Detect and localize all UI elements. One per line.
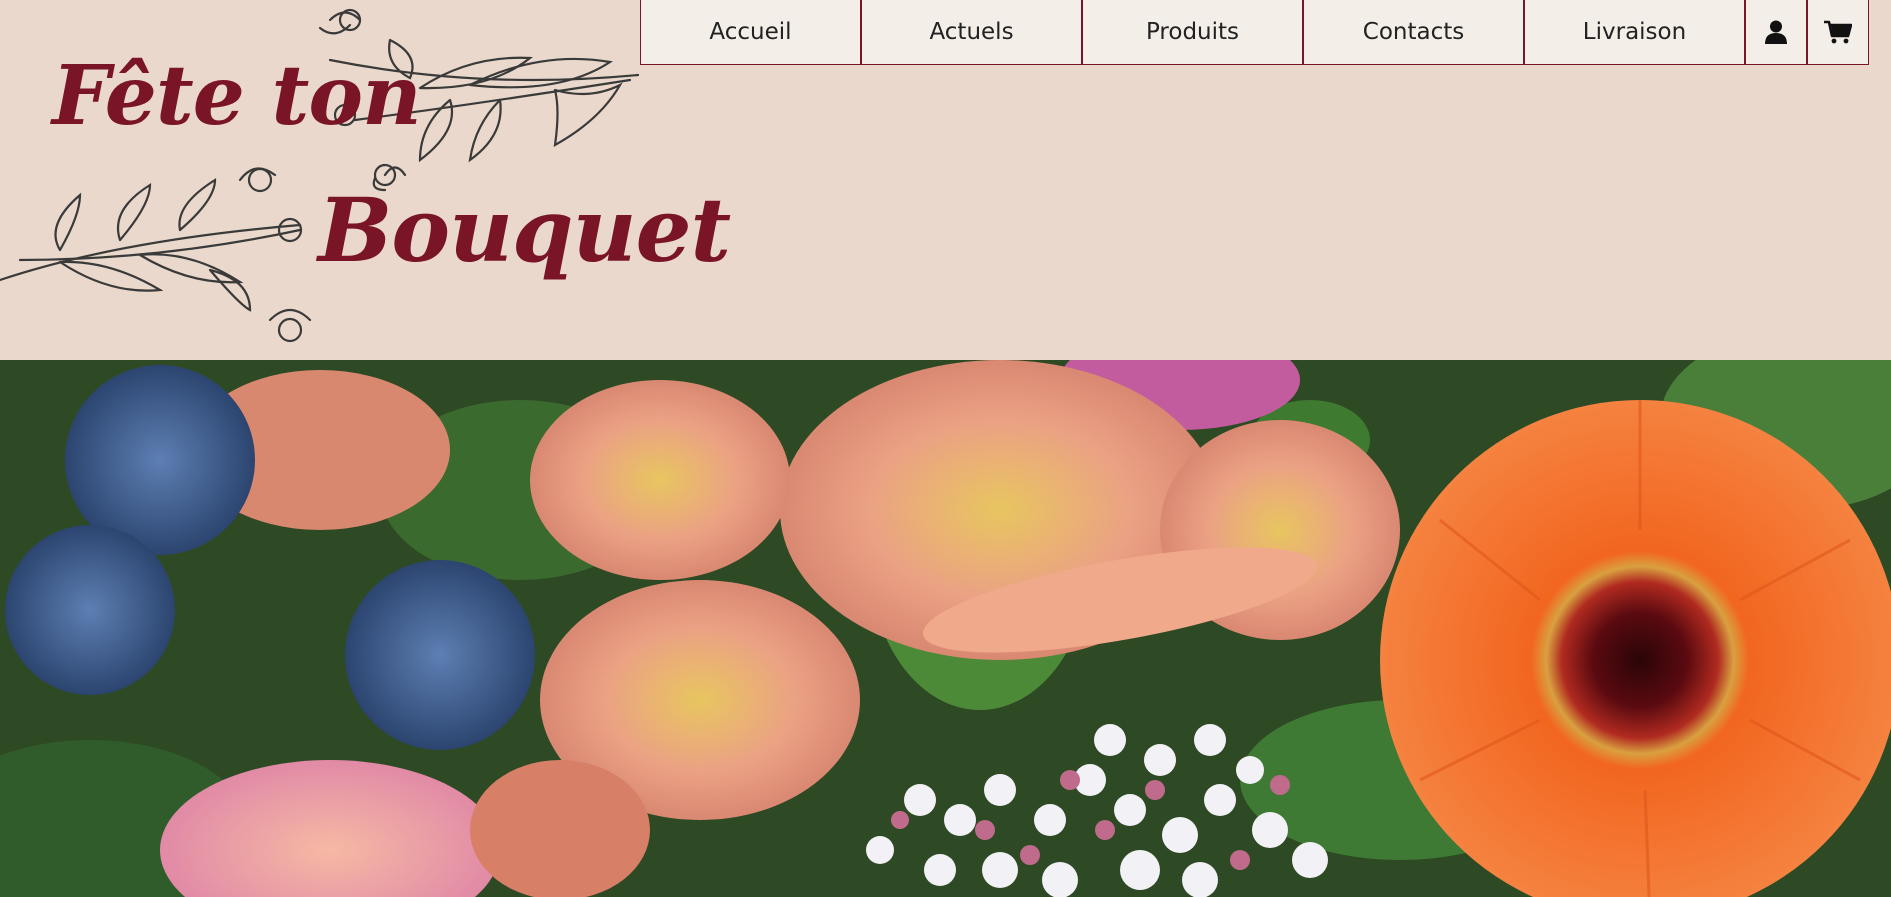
main-nav: Accueil Actuels Produits Contacts Livrai…: [640, 0, 1869, 66]
nav-item-accueil[interactable]: Accueil: [640, 0, 861, 65]
site-header: Fête ton Bouquet Accueil Actuels Produit…: [0, 0, 1891, 360]
brand-name-line2: Bouquet: [318, 178, 731, 282]
nav-item-contacts[interactable]: Contacts: [1303, 0, 1524, 65]
cart-button[interactable]: [1807, 0, 1869, 65]
brand-name-line1: Fête ton: [52, 48, 422, 144]
account-button[interactable]: [1745, 0, 1807, 65]
flower-bouquet-photo: [0, 360, 1891, 897]
user-icon: [1765, 20, 1787, 44]
site-logo[interactable]: Fête ton Bouquet: [0, 0, 731, 360]
nav-item-produits[interactable]: Produits: [1082, 0, 1303, 65]
hero-image: [0, 360, 1891, 897]
cart-icon: [1824, 20, 1852, 44]
nav-item-livraison[interactable]: Livraison: [1524, 0, 1745, 65]
nav-item-actuels[interactable]: Actuels: [861, 0, 1082, 65]
